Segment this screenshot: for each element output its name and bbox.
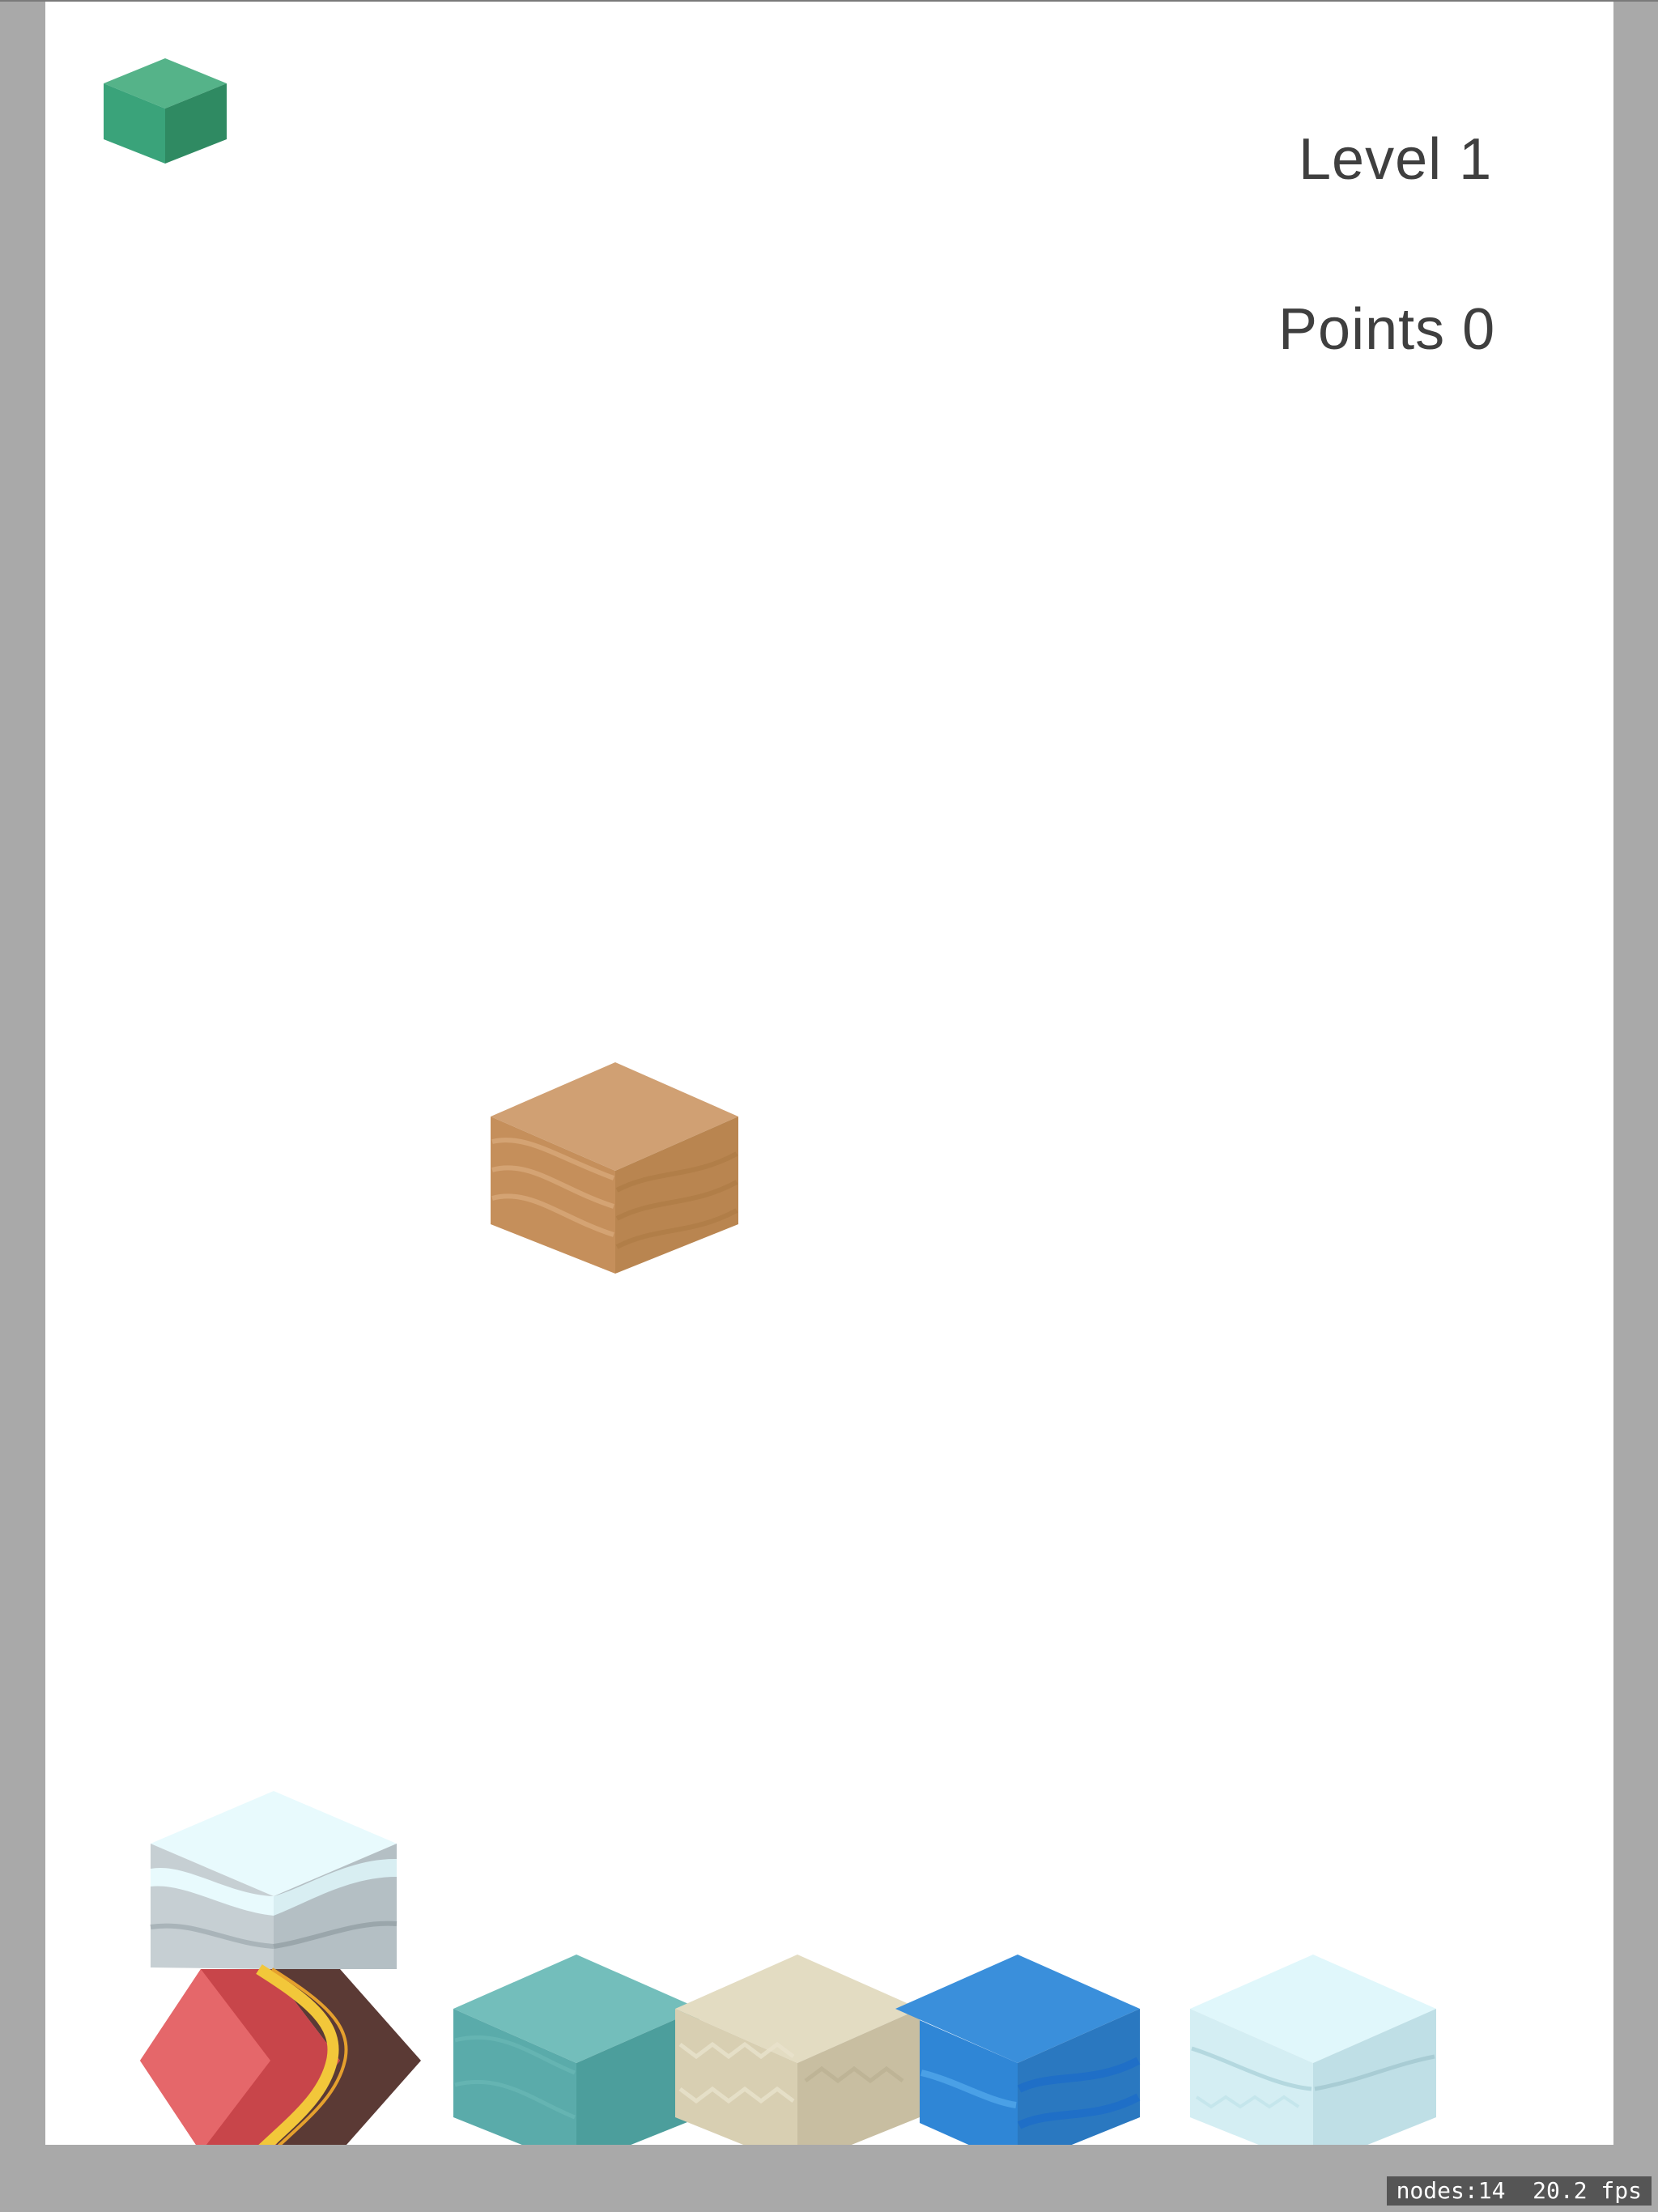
game-play-area[interactable]: Level 1 Points 0 — [45, 2, 1613, 2145]
stacked-snow-block[interactable] — [150, 1791, 397, 1969]
level-label: Level 1 — [1299, 127, 1493, 192]
stacked-water-block[interactable] — [895, 1955, 1141, 2145]
stacked-lava-block[interactable] — [140, 1964, 421, 2145]
debug-stats-overlay: nodes:14 20.2 fps — [1386, 2176, 1652, 2206]
next-block-preview-green[interactable] — [104, 58, 227, 164]
stacked-sand-block[interactable] — [675, 1955, 920, 2145]
points-label: Points 0 — [1278, 297, 1496, 362]
stacked-ice-block[interactable] — [1190, 1955, 1436, 2145]
stacked-teal-block[interactable] — [453, 1955, 699, 2145]
falling-wood-block[interactable] — [491, 1062, 738, 1274]
